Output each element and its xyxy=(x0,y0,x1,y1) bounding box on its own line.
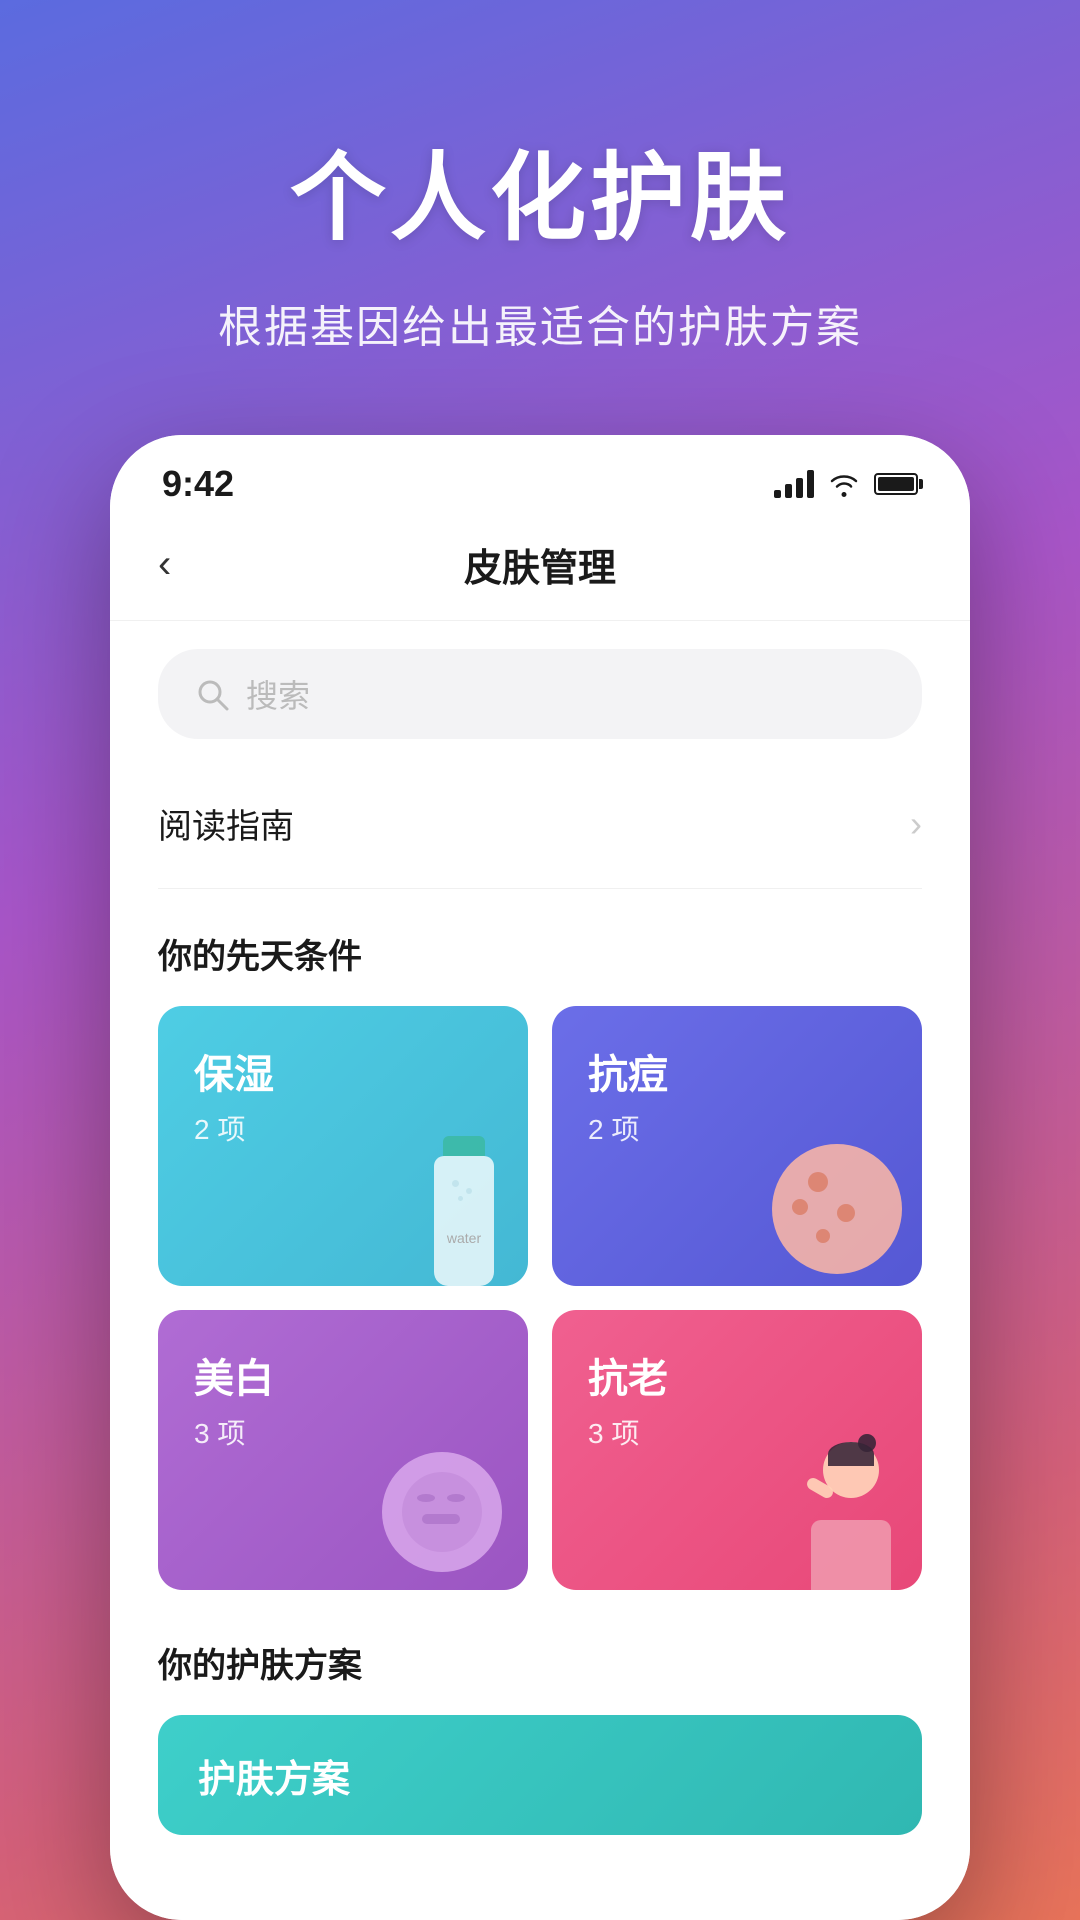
search-icon xyxy=(194,676,230,712)
person-illustration xyxy=(796,1430,906,1590)
acne-face-illustration xyxy=(772,1144,902,1274)
nav-bar: ‹ 皮肤管理 xyxy=(110,513,970,621)
cards-grid: 保湿 2 项 water xyxy=(158,1006,922,1590)
status-time: 9:42 xyxy=(162,463,234,505)
moisture-card[interactable]: 保湿 2 项 water xyxy=(158,1006,528,1286)
battery-icon xyxy=(874,473,918,495)
status-bar: 9:42 xyxy=(110,435,970,513)
acne-card[interactable]: 抗痘 2 项 xyxy=(552,1006,922,1286)
wifi-icon xyxy=(828,470,860,498)
whitening-card-title: 美白 xyxy=(194,1346,492,1404)
search-input[interactable]: 搜索 xyxy=(246,671,310,717)
phone-mockup: 9:42 ‹ 皮肤管理 xyxy=(110,435,970,1920)
skincare-section: 你的护肤方案 护肤方案 xyxy=(158,1638,922,1835)
mask-illustration xyxy=(372,1442,512,1582)
antiaging-card[interactable]: 抗老 3 项 xyxy=(552,1310,922,1590)
acne-card-count: 2 项 xyxy=(588,1108,886,1148)
search-bar[interactable]: 搜索 xyxy=(158,649,922,739)
hero-subtitle: 根据基因给出最适合的护肤方案 xyxy=(60,291,1020,355)
page-title: 皮肤管理 xyxy=(464,537,616,592)
guide-row[interactable]: 阅读指南 › xyxy=(158,783,922,889)
skincare-section-title: 你的护肤方案 xyxy=(158,1638,922,1687)
signal-icon xyxy=(774,470,814,498)
whitening-card[interactable]: 美白 3 项 xyxy=(158,1310,528,1590)
innate-section-title: 你的先天条件 xyxy=(158,929,922,978)
bottle-illustration: water xyxy=(424,1136,504,1286)
hero-section: 个人化护肤 根据基因给出最适合的护肤方案 xyxy=(0,0,1080,435)
content-area: 搜索 阅读指南 › 你的先天条件 保湿 2 项 water xyxy=(110,621,970,1920)
skincare-card[interactable]: 护肤方案 xyxy=(158,1715,922,1835)
chevron-right-icon: › xyxy=(910,803,922,845)
acne-card-title: 抗痘 xyxy=(588,1042,886,1100)
back-button[interactable]: ‹ xyxy=(158,542,171,587)
innate-section: 你的先天条件 保湿 2 项 water xyxy=(158,929,922,1590)
hero-title: 个人化护肤 xyxy=(60,120,1020,259)
status-icons xyxy=(774,470,918,498)
antiaging-card-title: 抗老 xyxy=(588,1346,886,1404)
guide-label: 阅读指南 xyxy=(158,799,294,848)
skincare-card-title: 护肤方案 xyxy=(198,1748,350,1803)
moisture-card-title: 保湿 xyxy=(194,1042,492,1100)
